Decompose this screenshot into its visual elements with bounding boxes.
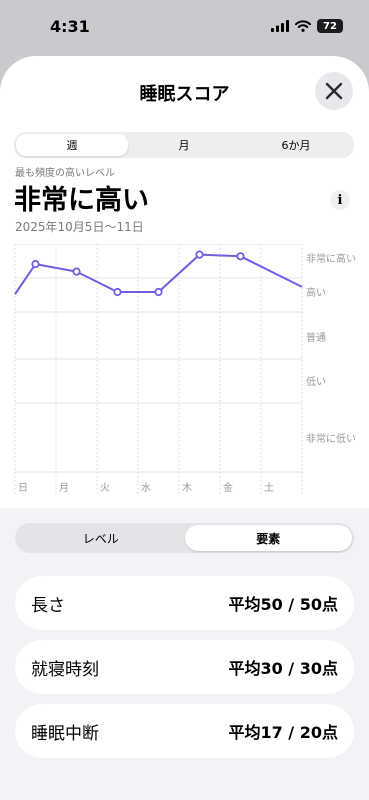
factor-row-bedtime[interactable]: 就寝時刻 平均30 / 30点: [15, 640, 354, 694]
chart-x-tick-label: 金: [223, 481, 233, 494]
chart-x-tick-label: 火: [100, 482, 110, 494]
factor-value: 平均17 / 20点: [228, 723, 338, 742]
chart-level-label: 普通: [306, 331, 326, 344]
tab-six-months[interactable]: 6か月: [240, 134, 352, 156]
info-icon[interactable]: i: [330, 190, 350, 210]
chart-level-label: 低い: [306, 375, 326, 388]
chart-x-tick-label: 木: [182, 482, 192, 494]
battery-icon: 72: [317, 19, 343, 33]
chart-x-tick-label: 水: [141, 482, 151, 494]
most-frequent-level-hint: 最も頻度の高いレベル: [15, 168, 115, 179]
chart-data-point: [113, 287, 122, 297]
chart-data-point: [195, 250, 204, 259]
period-segmented-control: 週 月 6か月: [14, 132, 354, 158]
most-frequent-level: 非常に高い: [14, 185, 149, 216]
view-segmented-control: レベル 要素: [15, 523, 354, 553]
factor-row-interruptions[interactable]: 睡眠中断 平均17 / 20点: [15, 704, 354, 758]
tab-month[interactable]: 月: [128, 134, 240, 156]
factor-name: 就寝時刻: [31, 659, 99, 680]
status-icons: 72: [271, 19, 343, 33]
sleep-level-chart: 非常に高い高い普通低い非常に低い日 月 火 水 木 金 土: [14, 244, 356, 496]
chart-data-point: [72, 267, 81, 276]
chart-level-label: 非常に高い: [306, 252, 356, 265]
factor-name: 長さ: [31, 595, 65, 616]
chart-data-point: [31, 260, 40, 269]
wifi-icon: [295, 20, 311, 32]
page-title: 睡眠スコア: [139, 84, 230, 105]
chart-data-point: [236, 252, 245, 261]
tab-week[interactable]: 週: [16, 134, 128, 156]
close-button[interactable]: [315, 72, 353, 110]
chart-data-point: [154, 287, 163, 297]
factor-row-duration[interactable]: 長さ 平均50 / 50点: [15, 576, 354, 630]
chart-level-label: 高い: [306, 286, 326, 299]
factor-name: 睡眠中断: [31, 723, 99, 744]
tab-level[interactable]: レベル: [17, 525, 185, 551]
date-range: 2025年10月5日〜11日: [15, 220, 144, 234]
chart-x-tick-label: 土: [264, 481, 274, 494]
close-icon: [325, 82, 343, 100]
status-time: 4:31: [50, 17, 90, 36]
chart-x-tick-label: 日: [18, 483, 28, 494]
factor-value: 平均50 / 50点: [228, 595, 338, 614]
status-bar: 4:31 72: [0, 0, 369, 56]
sleep-score-sheet: 睡眠スコア 週 月 6か月 最も頻度の高いレベル 非常に高い i 2025年10…: [0, 56, 369, 800]
tab-factors[interactable]: 要素: [184, 525, 352, 551]
chart-x-tick-label: 月: [59, 482, 69, 494]
factor-value: 平均30 / 30点: [228, 659, 338, 678]
chart-level-label: 非常に低い: [306, 432, 356, 445]
factors-area: レベル 要素 長さ 平均50 / 50点 就寝時刻 平均30 / 30点 睡眠中…: [0, 508, 369, 800]
cellular-signal-icon: [271, 20, 289, 32]
